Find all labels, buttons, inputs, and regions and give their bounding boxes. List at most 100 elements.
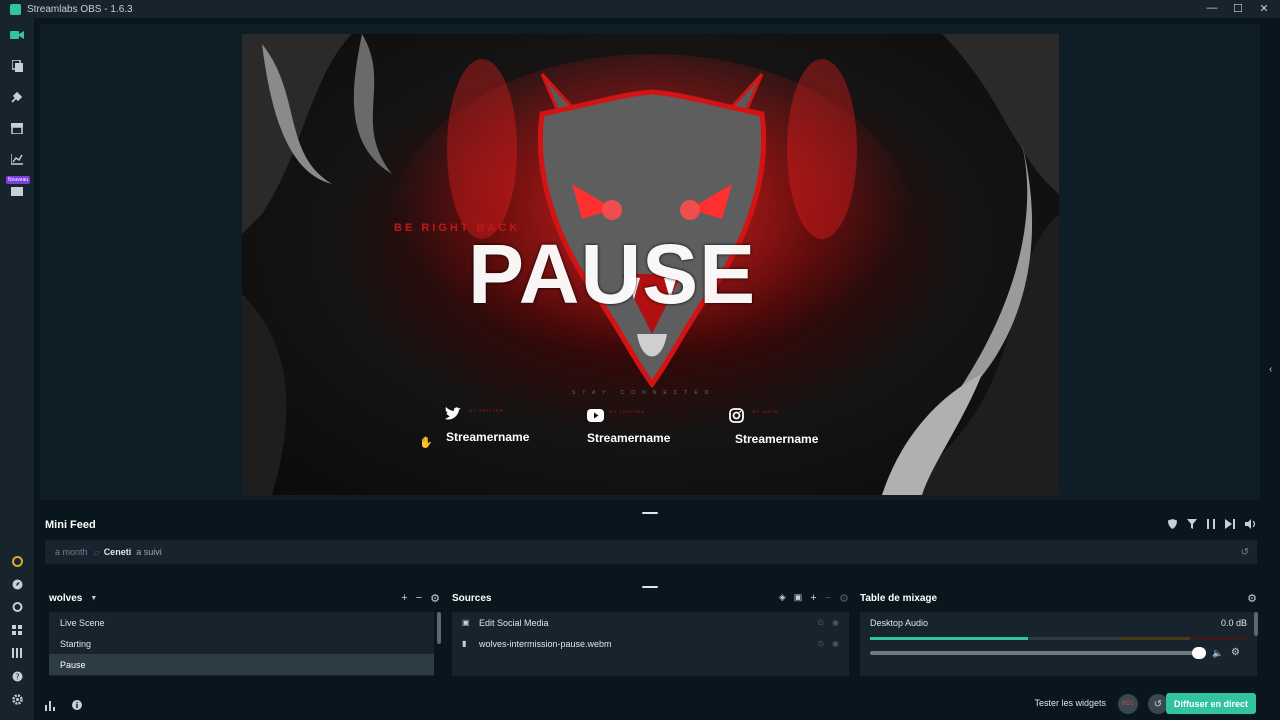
- add-scene-icon[interactable]: +: [401, 592, 407, 605]
- help-icon[interactable]: ?: [10, 669, 24, 683]
- collapse-right-icon[interactable]: ‹: [1269, 364, 1272, 375]
- lock-icon[interactable]: ⊙: [817, 618, 824, 627]
- social-name: Streamername: [735, 432, 819, 446]
- app-store-icon[interactable]: [10, 121, 24, 135]
- scene-item-live-scene[interactable]: Live Scene: [49, 612, 434, 633]
- group-icon: ▣: [462, 618, 470, 627]
- mini-feed-title: Mini Feed: [45, 519, 96, 531]
- event-action: a suivi: [136, 547, 162, 557]
- channel-db: 0.0 dB: [1220, 618, 1247, 628]
- pause-headline: PAUSE: [468, 227, 757, 321]
- scene-settings-gear-icon[interactable]: ⚙: [430, 592, 440, 605]
- mini-feed: Mini Feed a month ▱ Ceneti a suivi ↺: [40, 514, 1260, 582]
- chat-icon[interactable]: [10, 600, 24, 614]
- skip-icon[interactable]: [1225, 519, 1235, 532]
- visibility-eye-icon[interactable]: ◉: [832, 639, 839, 648]
- window-controls: — ☐ ✕: [1206, 2, 1270, 15]
- close-button[interactable]: ✕: [1258, 2, 1270, 15]
- filter-icon[interactable]: [1187, 519, 1197, 532]
- highlighter-icon[interactable]: [10, 183, 24, 197]
- settings-gear-icon[interactable]: [10, 692, 24, 706]
- volume-slider[interactable]: [870, 647, 1207, 659]
- compass-icon[interactable]: [10, 577, 24, 591]
- test-widgets-button[interactable]: Tester les widgets: [1034, 698, 1106, 708]
- scenes-toolbar: + − ⚙: [401, 592, 440, 605]
- stream-preview[interactable]: BE RIGHT BACK PAUSE STAY CONNECTED MY TW…: [242, 34, 1059, 495]
- stay-connected-text: STAY CONNECTED: [572, 390, 716, 396]
- library-icon[interactable]: [10, 646, 24, 660]
- audio-level-meter: [870, 637, 1246, 640]
- social-name: Streamername: [446, 430, 530, 444]
- sources-list: ▣ Edit Social Media ⊙ ◉ ▮ wolves-intermis…: [452, 612, 849, 676]
- youtube-icon: [587, 409, 604, 427]
- add-folder-icon[interactable]: ▣: [794, 592, 803, 605]
- channel-settings-gear-icon[interactable]: ⚙: [1231, 647, 1240, 658]
- repeat-alert-icon[interactable]: ↺: [1241, 547, 1249, 558]
- volume-slider-knob[interactable]: [1192, 647, 1207, 659]
- scenes-panel: wolves ▼ + − ⚙ Live Scene Starting Pause: [44, 588, 442, 678]
- sidebar: Nouveau ?: [0, 18, 34, 720]
- shield-icon[interactable]: [1168, 519, 1177, 532]
- scenes-scrollbar[interactable]: [437, 612, 441, 644]
- go-live-button[interactable]: Diffuser en direct: [1165, 693, 1256, 714]
- dashboard-chart-icon[interactable]: [10, 152, 24, 166]
- feed-event-row: a month ▱ Ceneti a suivi ↺: [45, 540, 1257, 564]
- source-properties-icon[interactable]: ⚙: [839, 592, 849, 605]
- volume-icon[interactable]: [1245, 519, 1256, 532]
- mute-volume-icon[interactable]: 🔈: [1212, 648, 1223, 659]
- scene-collection-name: wolves: [49, 592, 83, 604]
- visibility-eye-icon[interactable]: ◉: [832, 618, 839, 627]
- source-selection-icon[interactable]: ◈: [779, 592, 786, 605]
- layout-editor-icon[interactable]: [10, 59, 24, 73]
- source-label: wolves-intermission-pause.webm: [479, 638, 612, 649]
- event-time: a month: [55, 547, 88, 557]
- sources-panel: Sources ◈ ▣ + − ⚙ ▣ Edit Social Media ⊙ ◉…: [447, 588, 851, 678]
- mixer-settings-gear-icon[interactable]: ⚙: [1247, 592, 1257, 605]
- performance-bars-icon[interactable]: [45, 698, 55, 716]
- mixer-panel: Table de mixage ⚙ Desktop Audio 0.0 dB 🔈…: [855, 588, 1259, 678]
- remove-source-icon[interactable]: −: [825, 592, 831, 605]
- footer-bar: Tester les widgets REC ↺ Diffuser en dir…: [34, 688, 1280, 720]
- themes-icon[interactable]: [10, 90, 24, 104]
- minimize-button[interactable]: —: [1206, 2, 1218, 15]
- studio-editor-icon[interactable]: [10, 28, 24, 42]
- source-item-webm[interactable]: ▮ wolves-intermission-pause.webm ⊙ ◉: [452, 633, 849, 654]
- scenes-list: Live Scene Starting Pause: [49, 612, 434, 676]
- twitch-icon: ▱: [93, 547, 100, 557]
- mixer-scrollbar[interactable]: [1254, 612, 1258, 636]
- twitter-icon: [445, 407, 462, 426]
- info-icon[interactable]: [72, 697, 82, 715]
- event-user[interactable]: Ceneti: [104, 547, 132, 557]
- source-label: Edit Social Media: [479, 617, 549, 628]
- prime-icon[interactable]: [10, 554, 24, 568]
- record-button[interactable]: REC: [1118, 694, 1138, 714]
- hand-cursor-icon: ✋: [419, 437, 433, 449]
- lock-icon[interactable]: ⊙: [817, 639, 824, 648]
- add-source-icon[interactable]: +: [810, 592, 816, 605]
- scene-item-starting[interactable]: Starting: [49, 633, 434, 654]
- social-tag: MY TWITTER: [469, 408, 504, 413]
- pause-icon[interactable]: [1207, 519, 1215, 532]
- social-name: Streamername: [587, 431, 671, 445]
- title-bar: Streamlabs OBS - 1.6.3 — ☐ ✕: [0, 0, 1280, 18]
- meter-danger-zone: [1190, 637, 1246, 640]
- chevron-down-icon: ▼: [90, 594, 98, 602]
- social-tag: MY YOUTUBE: [609, 409, 646, 414]
- mixer-toolbar: ⚙: [1247, 592, 1257, 605]
- source-item-edit-social-media[interactable]: ▣ Edit Social Media ⊙ ◉: [452, 612, 849, 633]
- streamlabs-logo-icon: [10, 3, 21, 15]
- sources-toolbar: ◈ ▣ + − ⚙: [779, 592, 849, 605]
- social-tag: MY INSTA...: [752, 409, 785, 414]
- file-icon: ▮: [462, 639, 467, 648]
- svg-text:?: ?: [15, 672, 19, 681]
- scene-collection-selector[interactable]: wolves ▼: [44, 588, 442, 608]
- remove-scene-icon[interactable]: −: [416, 592, 422, 605]
- layout-grid-icon[interactable]: [10, 623, 24, 637]
- channel-name: Desktop Audio: [870, 618, 929, 628]
- mixer-title: Table de mixage: [860, 592, 938, 604]
- audio-level-fill: [870, 637, 1028, 640]
- mixer-channel: Desktop Audio 0.0 dB 🔈 ⚙: [860, 612, 1257, 676]
- scene-item-pause[interactable]: Pause: [49, 654, 434, 675]
- maximize-button[interactable]: ☐: [1232, 2, 1244, 15]
- mini-feed-toolbar: [1168, 519, 1256, 532]
